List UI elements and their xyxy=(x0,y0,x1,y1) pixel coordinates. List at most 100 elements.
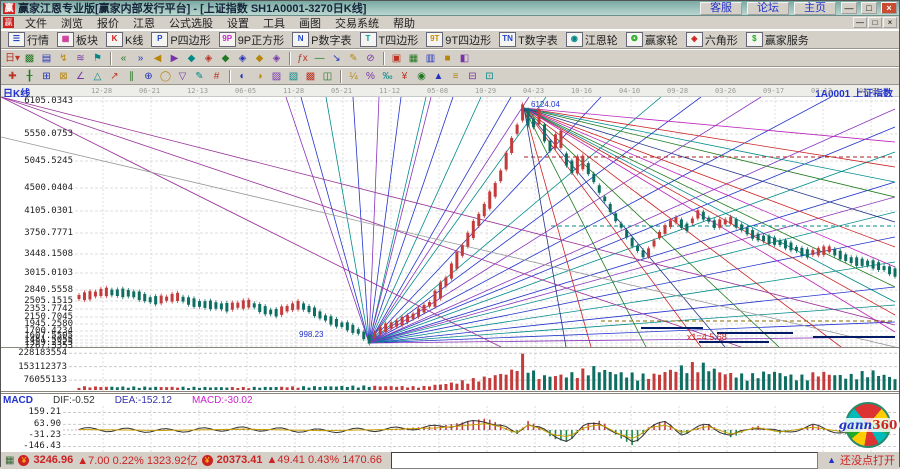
home-button[interactable]: 主页 xyxy=(794,2,836,15)
shade-down-icon[interactable]: ▧ xyxy=(285,69,302,84)
menu-item-5[interactable]: 设置 xyxy=(220,18,256,30)
price-cycle-icon[interactable]: ◑ xyxy=(251,69,268,84)
volume-canvas[interactable] xyxy=(1,349,900,391)
volume-pane[interactable]: 22818355415311237376055133 xyxy=(1,349,899,391)
prev-bar-icon[interactable]: ◀ xyxy=(149,51,166,66)
toolbar-button-11[interactable]: ◈六角形 xyxy=(682,32,742,48)
menu-item-6[interactable]: 工具 xyxy=(256,18,292,30)
menu-item-2[interactable]: 报价 xyxy=(90,18,126,30)
draw-pencil-icon[interactable]: ✎ xyxy=(345,51,362,66)
mdi-close-button[interactable]: × xyxy=(883,17,897,28)
time-cycle-icon[interactable]: ◐ xyxy=(234,69,251,84)
collapse-icon[interactable]: ⊟ xyxy=(464,69,481,84)
toolbar-button-7[interactable]: 9T9T四边形 xyxy=(422,32,495,48)
shade-up-icon[interactable]: ▨ xyxy=(268,69,285,84)
dense-grid-icon[interactable]: ▩ xyxy=(302,69,319,84)
parallel-channel-icon[interactable]: ∥ xyxy=(123,69,140,84)
wave-prev-icon[interactable]: ◆ xyxy=(251,51,268,66)
macd-pane[interactable]: MACD DIF:-0.52 DEA:-152.12 MACD:-30.02 1… xyxy=(1,393,899,451)
toolbar-button-10[interactable]: ❂赢家轮 xyxy=(622,32,682,48)
wave-icon[interactable]: ≋ xyxy=(72,51,89,66)
stock-code-input[interactable] xyxy=(391,452,818,469)
mdi-restore-button[interactable]: □ xyxy=(868,17,882,28)
main-chart-canvas[interactable] xyxy=(1,97,900,347)
cycle-prev-icon[interactable]: ◆ xyxy=(217,51,234,66)
erase-icon[interactable]: ⊘ xyxy=(362,51,379,66)
market-grid-icon[interactable]: ▦ xyxy=(5,455,14,466)
dynamic-chart-icon[interactable]: ↯ xyxy=(55,51,72,66)
next-bar-icon[interactable]: ▶ xyxy=(166,51,183,66)
first-bar-icon[interactable]: « xyxy=(115,51,132,66)
fraction-icon[interactable]: ¼ xyxy=(345,69,362,84)
split-window-icon[interactable]: ▥ xyxy=(422,51,439,66)
text-note-icon[interactable]: ✎ xyxy=(191,69,208,84)
menu-item-3[interactable]: 江恩 xyxy=(126,18,162,30)
9T四边形-icon: 9T xyxy=(426,32,443,47)
menu-item-8[interactable]: 交易系统 xyxy=(328,18,386,30)
dual-window-icon[interactable]: ◫ xyxy=(319,69,336,84)
support-button[interactable]: 客服 xyxy=(700,2,742,15)
percent-icon[interactable]: % xyxy=(362,69,379,84)
toolbar-button-5[interactable]: NP数字表 xyxy=(288,32,355,48)
toolbar-button-9[interactable]: ◉江恩轮 xyxy=(562,32,622,48)
grid-cursor-icon[interactable]: ╂ xyxy=(21,69,38,84)
menu-item-9[interactable]: 帮助 xyxy=(386,18,422,30)
toolbar-button-3[interactable]: PP四边形 xyxy=(147,32,214,48)
full-window-icon[interactable]: ■ xyxy=(439,51,456,66)
trend-line-icon[interactable]: ↘ xyxy=(328,51,345,66)
gann-wheel-icon[interactable]: ◉ xyxy=(413,69,430,84)
toolbar-button-12[interactable]: $赢家服务 xyxy=(742,32,813,48)
toolbar-button-4[interactable]: 9P9P正方形 xyxy=(215,32,288,48)
gann-grid-icon[interactable]: ⊠ xyxy=(55,69,72,84)
flag-icon[interactable]: ⚑ xyxy=(89,51,106,66)
minimize-button[interactable]: — xyxy=(841,2,857,14)
four-window-icon[interactable]: ▦ xyxy=(405,51,422,66)
toolbar-button-8[interactable]: TNT数字表 xyxy=(495,32,562,48)
macd-header: MACD DIF:-0.52 DEA:-152.12 MACD:-30.02 xyxy=(1,394,899,406)
app-logo-icon: 赢 xyxy=(3,3,15,14)
macd-plot[interactable]: 159.2163.90-31.23-146.43 xyxy=(1,406,899,452)
gann-box-icon[interactable]: ⊞ xyxy=(38,69,55,84)
wave-next-icon[interactable]: ◈ xyxy=(268,51,285,66)
macd-canvas[interactable] xyxy=(1,406,900,452)
menu-item-1[interactable]: 浏览 xyxy=(54,18,90,30)
board-icon[interactable]: ▩ xyxy=(21,51,38,66)
toolbar-button-2[interactable]: KK线 xyxy=(102,32,147,48)
half-window-icon[interactable]: ◧ xyxy=(456,51,473,66)
menu-item-0[interactable]: 文件 xyxy=(18,18,54,30)
toolbar-button-1[interactable]: ▦板块 xyxy=(53,32,102,48)
gann-angle-left-icon[interactable]: ◆ xyxy=(183,51,200,66)
close-button[interactable]: × xyxy=(881,2,897,14)
currency-icon[interactable]: ¥ xyxy=(396,69,413,84)
toolbar-button-0[interactable]: ☰行情 xyxy=(4,32,53,48)
menu-item-7[interactable]: 画图 xyxy=(292,18,328,30)
last-bar-icon[interactable]: » xyxy=(132,51,149,66)
level-lines-icon[interactable]: ≡ xyxy=(447,69,464,84)
circle-tool-icon[interactable]: ⊕ xyxy=(140,69,157,84)
fan-tool-icon[interactable]: ▽ xyxy=(174,69,191,84)
permille-icon[interactable]: ‰ xyxy=(379,69,396,84)
quote-list-icon[interactable]: ▤ xyxy=(38,51,55,66)
triangle-tool-icon[interactable]: △ xyxy=(89,69,106,84)
arc-tool-icon[interactable]: ◯ xyxy=(157,69,174,84)
hash-grid-icon[interactable]: # xyxy=(208,69,225,84)
horizontal-line-icon[interactable]: — xyxy=(311,51,328,66)
gann-angle-right-icon[interactable]: ◈ xyxy=(200,51,217,66)
restore-button[interactable]: □ xyxy=(861,2,877,14)
cross-cursor-icon[interactable]: ✚ xyxy=(4,69,21,84)
menu-item-4[interactable]: 公式选股 xyxy=(162,18,220,30)
toolbar-button-6[interactable]: TT四边形 xyxy=(356,32,423,48)
ray-tool-icon[interactable]: ↗ xyxy=(106,69,123,84)
alert-triangle-icon[interactable]: ▲ xyxy=(827,455,836,465)
forum-button[interactable]: 论坛 xyxy=(747,2,789,15)
candlestick-chart-pane[interactable]: 6124.04 998.23 x1=4.5.68 6105.03435550.0… xyxy=(1,97,899,347)
period-day-dropdown[interactable]: 日▾ xyxy=(4,51,21,66)
angle-line-icon[interactable]: ∠ xyxy=(72,69,89,84)
江恩轮-icon: ◉ xyxy=(566,32,583,47)
pyramid-icon[interactable]: ▲ xyxy=(430,69,447,84)
single-window-icon[interactable]: ▣ xyxy=(388,51,405,66)
mdi-minimize-button[interactable]: — xyxy=(853,17,867,28)
cycle-next-icon[interactable]: ◈ xyxy=(234,51,251,66)
dot-box-icon[interactable]: ⊡ xyxy=(481,69,498,84)
formula-icon[interactable]: ƒx xyxy=(294,51,311,66)
